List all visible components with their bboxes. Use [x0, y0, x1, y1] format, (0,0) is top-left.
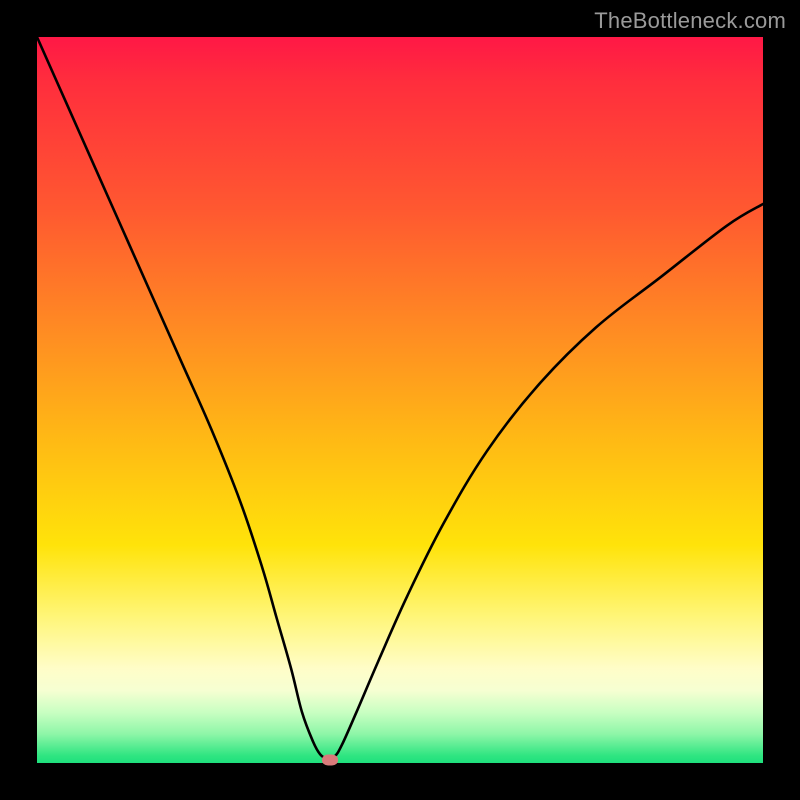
chart-plot-area [37, 37, 763, 763]
bottleneck-curve [37, 37, 763, 763]
optimum-marker [322, 755, 338, 766]
chart-frame: TheBottleneck.com [0, 0, 800, 800]
watermark-text: TheBottleneck.com [594, 8, 786, 34]
